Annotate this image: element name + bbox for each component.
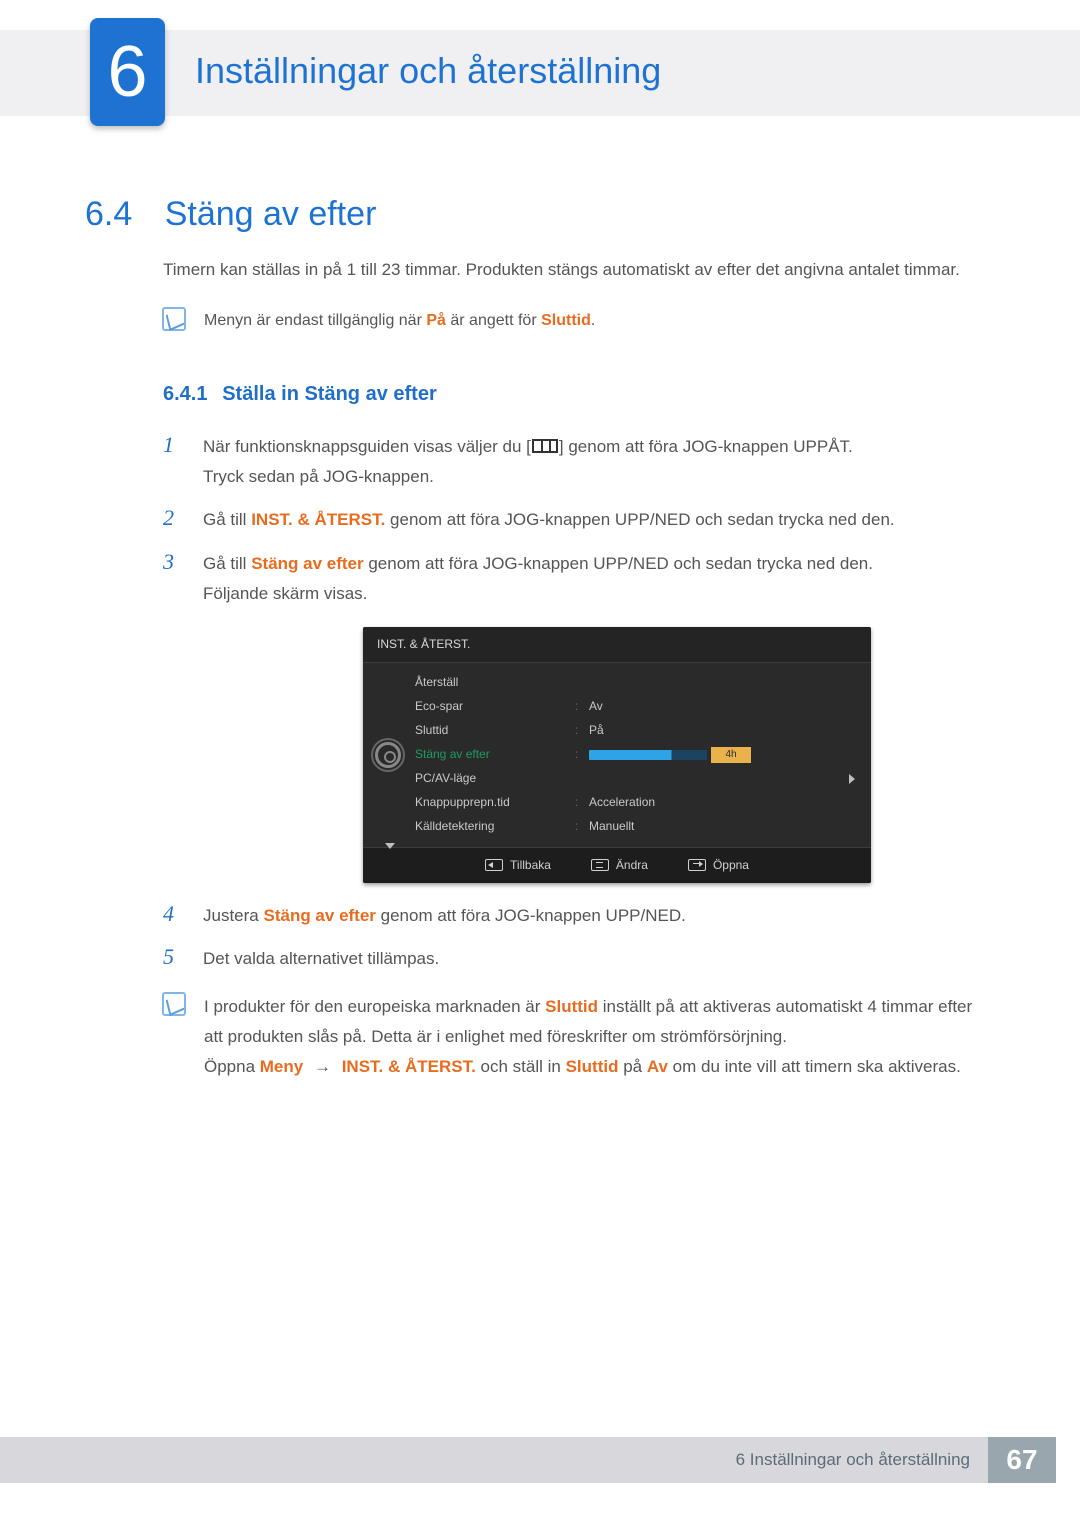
note-2-text: I produkter för den europeiska marknaden… — [204, 992, 993, 1081]
step-marker: 3 — [163, 549, 185, 609]
subsection-title: Ställa in Stäng av efter — [222, 383, 437, 405]
osd-body: Återställ Eco-spar : Av Sluttid : På — [363, 663, 871, 847]
step-3: 3 Gå till Stäng av efter genom att föra … — [163, 549, 993, 609]
osd-row: Återställ — [415, 671, 855, 695]
osd-open-hint: Öppna — [688, 855, 749, 876]
osd-value: Manuellt — [589, 816, 855, 837]
osd-back-hint: Tillbaka — [485, 855, 551, 876]
osd-label: Källdetektering — [415, 816, 575, 837]
steps-list-cont: 4 Justera Stäng av efter genom att föra … — [163, 901, 993, 975]
chevron-right-icon — [849, 774, 855, 784]
footer-breadcrumb: 6 Inställningar och återställning — [92, 1437, 988, 1483]
osd-value: 4h — [589, 744, 855, 765]
osd-label: Stäng av efter — [415, 744, 575, 765]
osd-row: Sluttid : På — [415, 719, 855, 743]
osd-panel: INST. & ÅTERST. Återställ Eco-spar : Av — [363, 627, 871, 883]
section-number: 6.4 — [85, 195, 132, 233]
step-marker: 4 — [163, 901, 185, 931]
change-icon — [591, 859, 609, 871]
note-1-text: Menyn är endast tillgänglig när På är an… — [204, 307, 993, 335]
osd-row-selected: Stäng av efter : 4h — [415, 743, 855, 767]
footer-left — [0, 1437, 92, 1483]
osd-back-label: Tillbaka — [510, 855, 551, 876]
step-4: 4 Justera Stäng av efter genom att föra … — [163, 901, 993, 931]
osd-label: Sluttid — [415, 720, 575, 741]
osd-value: Acceleration — [589, 792, 855, 813]
back-icon — [485, 859, 503, 871]
subsection-heading: 6.4.1 Ställa in Stäng av efter — [163, 377, 993, 412]
page-footer: 6 Inställningar och återställning 67 — [0, 1437, 1080, 1483]
chapter-number-tab: 6 — [90, 18, 165, 126]
note-1: Menyn är endast tillgänglig när På är an… — [163, 307, 993, 335]
step-5: 5 Det valda alternativet tillämpas. — [163, 944, 993, 974]
step-marker: 5 — [163, 944, 185, 974]
osd-value: På — [589, 720, 855, 741]
footer-text: 6 Inställningar och återställning — [736, 1450, 970, 1470]
step-4-text: Justera Stäng av efter genom att föra JO… — [203, 901, 993, 931]
slider-bar — [589, 750, 707, 760]
osd-row: Eco-spar : Av — [415, 695, 855, 719]
intro-text: Timern kan ställas in på 1 till 23 timma… — [163, 255, 993, 285]
osd-change-hint: Ändra — [591, 855, 648, 876]
chapter-title: Inställningar och återställning — [195, 50, 661, 92]
gear-icon — [375, 742, 401, 768]
step-1: 1 När funktionsknappsguiden visas väljer… — [163, 432, 993, 492]
osd-label: Eco-spar — [415, 696, 575, 717]
step-5-text: Det valda alternativet tillämpas. — [203, 944, 993, 974]
chapter-number: 6 — [107, 36, 147, 108]
section-title: Stäng av efter — [165, 195, 377, 233]
chapter-banner: 6 Inställningar och återställning — [0, 30, 1080, 116]
arrow-right-icon: → — [314, 1052, 331, 1082]
osd-label: Knappupprepn.tid — [415, 792, 575, 813]
steps-list: 1 När funktionsknappsguiden visas väljer… — [163, 432, 993, 609]
open-icon — [688, 859, 706, 871]
step-marker: 2 — [163, 505, 185, 535]
osd-change-label: Ändra — [616, 855, 648, 876]
osd-footer: Tillbaka Ändra Öppna — [363, 847, 871, 883]
step-2: 2 Gå till INST. & ÅTERST. genom att föra… — [163, 505, 993, 535]
osd-label: Återställ — [415, 672, 575, 693]
note-icon — [162, 307, 186, 331]
step-marker: 1 — [163, 432, 185, 492]
note-2: I produkter för den europeiska marknaden… — [163, 992, 993, 1081]
chevron-down-icon — [385, 843, 395, 849]
osd-title: INST. & ÅTERST. — [363, 627, 871, 663]
osd-row: Källdetektering : Manuellt — [415, 815, 855, 839]
step-1-text: När funktionsknappsguiden visas väljer d… — [203, 432, 993, 492]
note-icon — [162, 992, 186, 1016]
osd-screenshot: INST. & ÅTERST. Återställ Eco-spar : Av — [363, 627, 993, 883]
osd-row: Knappupprepn.tid : Acceleration — [415, 791, 855, 815]
subsection-number: 6.4.1 — [163, 383, 207, 405]
menu-icon — [532, 439, 558, 453]
page-number: 67 — [988, 1437, 1056, 1483]
slider-value: 4h — [711, 747, 751, 763]
step-3-text: Gå till Stäng av efter genom att föra JO… — [203, 549, 993, 609]
osd-label: PC/AV-läge — [415, 768, 575, 789]
slider: 4h — [589, 747, 759, 763]
osd-row: PC/AV-läge — [415, 767, 855, 791]
banner-left — [0, 30, 90, 116]
step-2-text: Gå till INST. & ÅTERST. genom att föra J… — [203, 505, 993, 535]
body: Timern kan ställas in på 1 till 23 timma… — [163, 255, 993, 1081]
osd-value: Av — [589, 696, 855, 717]
section-heading: 6.4 Stäng av efter — [85, 195, 376, 234]
osd-open-label: Öppna — [713, 855, 749, 876]
